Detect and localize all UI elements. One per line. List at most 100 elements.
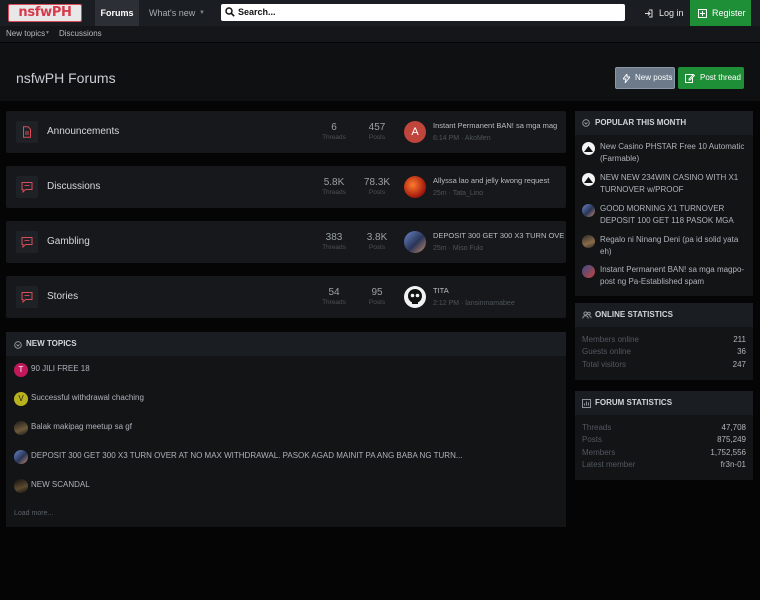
forum-stats-header: FORUM STATISTICS: [575, 391, 753, 415]
forum-icon-box: [16, 231, 38, 253]
forum-row-gambling[interactable]: Gambling 383 Threads 3.8K Posts DEPOSIT 30…: [6, 221, 566, 263]
topic-title[interactable]: Successful withdrawal chaching: [31, 393, 144, 402]
avatar[interactable]: [404, 176, 426, 198]
latest-thread-title[interactable]: DEPOSIT 300 GET 300 X3 TURN OVE: [433, 231, 564, 240]
nav-tab-forums[interactable]: Forums: [95, 0, 139, 26]
stat-label: Threads: [582, 423, 612, 432]
post-thread-button[interactable]: Post thread: [678, 67, 744, 89]
new-posts-label: New posts: [635, 73, 673, 82]
avatar[interactable]: A: [404, 121, 426, 143]
latest-thread-title[interactable]: Instant Permanent BAN! sa mga mag: [433, 121, 557, 130]
forum-title[interactable]: Gambling: [47, 236, 90, 247]
stat-value: 36: [737, 347, 746, 356]
threads-count: 6 Threads: [314, 122, 354, 141]
avatar[interactable]: [14, 421, 28, 435]
avatar[interactable]: V: [14, 392, 28, 406]
popular-thread-title[interactable]: Instant Permanent BAN! sa mga magpo-post…: [600, 264, 750, 288]
search-icon: [225, 7, 235, 17]
stat-value[interactable]: fr3n-01: [721, 460, 746, 469]
threads-value: 383: [325, 232, 343, 243]
forum-statistics-widget: FORUM STATISTICS Threads 47,708 Posts 875,…: [575, 391, 753, 480]
login-label: Log in: [659, 8, 684, 18]
threads-label: Threads: [322, 134, 346, 141]
avatar[interactable]: [404, 286, 426, 308]
forum-row-stories[interactable]: Stories 54 Threads 95 Posts TITA 2:12 PM ·…: [6, 276, 566, 318]
top-navbar: nsfwPH Forums What's new ▼ Search... Log…: [0, 0, 760, 26]
avatar[interactable]: [582, 173, 595, 186]
latest-thread-meta: 2:12 PM · lansinmamabee: [433, 300, 515, 307]
load-more-link[interactable]: Load more...: [14, 510, 53, 517]
stat-value: 211: [733, 335, 746, 344]
posts-value: 3.8K: [366, 232, 388, 243]
stat-row: Latest member fr3n-01: [582, 460, 746, 472]
stat-value: 47,708: [721, 423, 746, 432]
popular-thread-title[interactable]: NEW NEW 234WIN CASINO WITH X1 TURNOVER w…: [600, 172, 750, 196]
posts-label: Posts: [368, 134, 386, 141]
avatar[interactable]: [14, 450, 28, 464]
comment-icon: [21, 237, 33, 248]
threads-value: 5.8K: [323, 177, 345, 188]
nav-tab-whats-new[interactable]: What's new ▼: [141, 0, 213, 26]
list-item[interactable]: T 90 JILI FREE 18: [14, 363, 554, 379]
forum-title[interactable]: Discussions: [47, 181, 100, 192]
forum-row-announcements[interactable]: Announcements 6 Threads 457 Posts A Instan…: [6, 111, 566, 153]
subnav-discussions[interactable]: Discussions: [59, 29, 102, 38]
forum-icon-box: [16, 176, 38, 198]
threads-label: Threads: [322, 189, 346, 196]
topic-title[interactable]: DEPOSIT 300 GET 300 X3 TURN OVER AT NO M…: [31, 451, 463, 460]
topic-title[interactable]: 90 JILI FREE 18: [31, 364, 90, 373]
stat-row: Total visitors 247: [582, 360, 746, 372]
edit-icon: [685, 73, 695, 83]
latest-thread-title[interactable]: Allyssa lao and jelly kwong request: [433, 176, 549, 185]
list-item[interactable]: Balak makipag meetup sa gf: [14, 421, 554, 437]
posts-value: 457: [368, 122, 386, 133]
search-placeholder: Search...: [238, 7, 276, 17]
list-item[interactable]: DEPOSIT 300 GET 300 X3 TURN OVER AT NO M…: [14, 450, 554, 466]
forum-stats-title: FORUM STATISTICS: [595, 398, 673, 407]
comment-icon: [21, 182, 33, 193]
avatar[interactable]: T: [14, 363, 28, 377]
posts-count: 3.8K Posts: [357, 232, 397, 251]
threads-count: 54 Threads: [314, 287, 354, 306]
stat-value: 875,249: [717, 435, 746, 444]
popular-thread-title[interactable]: GOOD MORNING X1 TURNOVER DEPOSIT 100 GET…: [600, 203, 750, 227]
chevron-down-icon[interactable]: ▼: [199, 0, 205, 26]
avatar[interactable]: [582, 235, 595, 248]
avatar[interactable]: [582, 204, 595, 217]
popular-thread-title[interactable]: New Casino PHSTAR Free 10 Automatic (Far…: [600, 141, 750, 165]
forum-title[interactable]: Announcements: [47, 126, 119, 137]
register-button[interactable]: Register: [690, 0, 751, 26]
avatar[interactable]: [404, 231, 426, 253]
chart-icon: [582, 399, 591, 408]
avatar[interactable]: [14, 479, 28, 493]
forum-row-discussions[interactable]: Discussions 5.8K Threads 78.3K Posts Allys…: [6, 166, 566, 208]
avatar[interactable]: [582, 265, 595, 278]
threads-value: 6: [331, 122, 337, 133]
mountain-icon: [584, 177, 593, 183]
popular-header: POPULAR THIS MONTH: [575, 111, 753, 135]
stat-row: Guests online 36: [582, 347, 746, 359]
list-item[interactable]: V Successful withdrawal chaching: [14, 392, 554, 408]
latest-thread-meta: 25m · Miso Fulo: [433, 245, 484, 252]
login-button[interactable]: Log in: [632, 0, 688, 26]
latest-thread-title[interactable]: TITA: [433, 286, 449, 295]
topic-title[interactable]: Balak makipag meetup sa gf: [31, 422, 132, 431]
page-title: nsfwPH Forums: [16, 70, 116, 86]
forum-title[interactable]: Stories: [47, 291, 78, 302]
search-input[interactable]: Search...: [221, 4, 625, 21]
popular-thread-title[interactable]: Regalo ni Ninang Deni (pa id solid yata …: [600, 234, 750, 258]
chevron-down-circle-icon: [14, 341, 22, 349]
popular-this-month-widget: POPULAR THIS MONTH New Casino PHSTAR Fre…: [575, 111, 753, 296]
subnav-new-topics[interactable]: New topics: [6, 29, 45, 38]
mountain-icon: [584, 146, 593, 152]
online-header: ONLINE STATISTICS: [575, 303, 753, 327]
posts-count: 95 Posts: [357, 287, 397, 306]
topic-title[interactable]: NEW SCANDAL: [31, 480, 90, 489]
threads-label: Threads: [322, 299, 346, 306]
chevron-down-circle-icon: [582, 119, 590, 127]
avatar[interactable]: [582, 142, 595, 155]
list-item[interactable]: NEW SCANDAL: [14, 479, 554, 495]
site-logo[interactable]: nsfwPH: [8, 4, 82, 22]
new-posts-button[interactable]: New posts: [615, 67, 675, 89]
chevron-down-icon[interactable]: ▼: [45, 30, 50, 36]
